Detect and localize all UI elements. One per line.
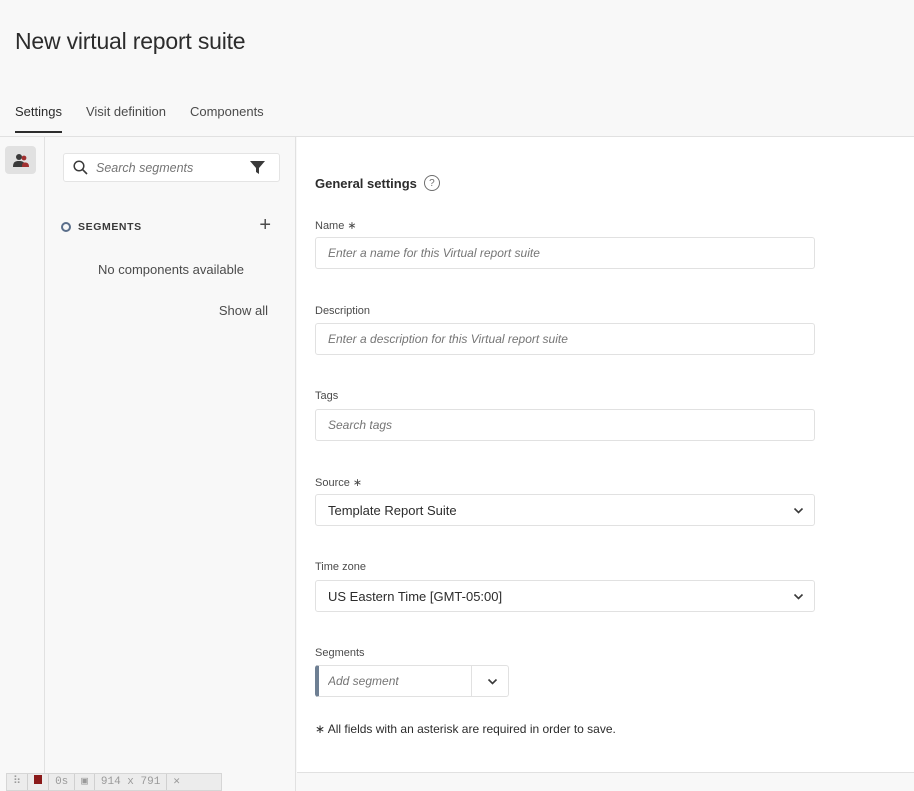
tab-settings[interactable]: Settings (15, 104, 62, 133)
segment-picker[interactable] (315, 665, 509, 697)
page-title: New virtual report suite (15, 28, 246, 54)
drag-handle-icon[interactable]: ⠷ (7, 774, 29, 790)
timezone-select[interactable]: US Eastern Time [GMT-05:00] (315, 580, 815, 612)
close-icon[interactable]: ✕ (167, 774, 186, 790)
source-value: Template Report Suite (328, 502, 457, 518)
name-field[interactable] (315, 237, 815, 269)
tags-field[interactable] (315, 409, 815, 441)
picker-divider (471, 666, 472, 696)
general-settings-panel: General settings ? Name ∗ Description Ta… (297, 137, 914, 773)
segments-panel: SEGMENTS + No components available Show … (46, 137, 296, 791)
segment-search-input[interactable] (96, 160, 236, 175)
help-icon[interactable]: ? (423, 175, 440, 191)
add-segment-button[interactable]: + (259, 215, 271, 235)
show-all-link[interactable]: Show all (219, 303, 268, 318)
general-settings-title: General settings (315, 175, 417, 191)
record-stop-button[interactable] (28, 774, 50, 790)
general-settings-heading: General settings ? (315, 175, 440, 191)
left-rail (0, 137, 45, 791)
tags-input[interactable] (328, 418, 814, 432)
segments-section-header: SEGMENTS (61, 221, 142, 233)
search-icon (73, 160, 88, 175)
segments-section-title: SEGMENTS (78, 221, 142, 233)
timezone-label: Time zone (315, 561, 366, 573)
name-input[interactable] (328, 246, 814, 260)
chevron-down-icon[interactable] (487, 676, 498, 687)
tab-bar: Settings Visit definition Components (15, 104, 288, 133)
segments-rail-button[interactable] (5, 146, 36, 174)
name-label: Name ∗ (315, 220, 357, 232)
chevron-down-icon (793, 507, 804, 514)
segment-icon (61, 222, 71, 232)
tab-components[interactable]: Components (190, 104, 264, 133)
empty-components-message: No components available (98, 262, 244, 277)
required-fields-note: ∗ All fields with an asterisk are requir… (315, 722, 616, 736)
add-segment-input[interactable] (319, 674, 467, 688)
stop-icon (34, 775, 43, 784)
description-label: Description (315, 305, 371, 317)
source-select[interactable]: Template Report Suite (315, 494, 815, 526)
timezone-value: US Eastern Time [GMT-05:00] (328, 588, 503, 604)
chevron-down-icon (793, 593, 804, 600)
description-input[interactable] (328, 332, 814, 346)
recording-toolbar: ⠷ 0s ▣ 914 x 791 ✕ (6, 773, 222, 791)
tab-visit-definition[interactable]: Visit definition (86, 104, 166, 133)
source-label: Source ∗ (315, 477, 363, 489)
camera-icon[interactable]: ▣ (75, 774, 95, 790)
user-segments-icon (12, 153, 29, 167)
segments-label: Segments (315, 647, 365, 659)
filter-icon[interactable] (250, 160, 265, 175)
description-field[interactable] (315, 323, 815, 355)
segment-search[interactable] (63, 153, 280, 182)
tags-label: Tags (315, 390, 339, 402)
recording-time: 0s (49, 774, 76, 790)
viewport-size: 914 x 791 (95, 774, 168, 790)
